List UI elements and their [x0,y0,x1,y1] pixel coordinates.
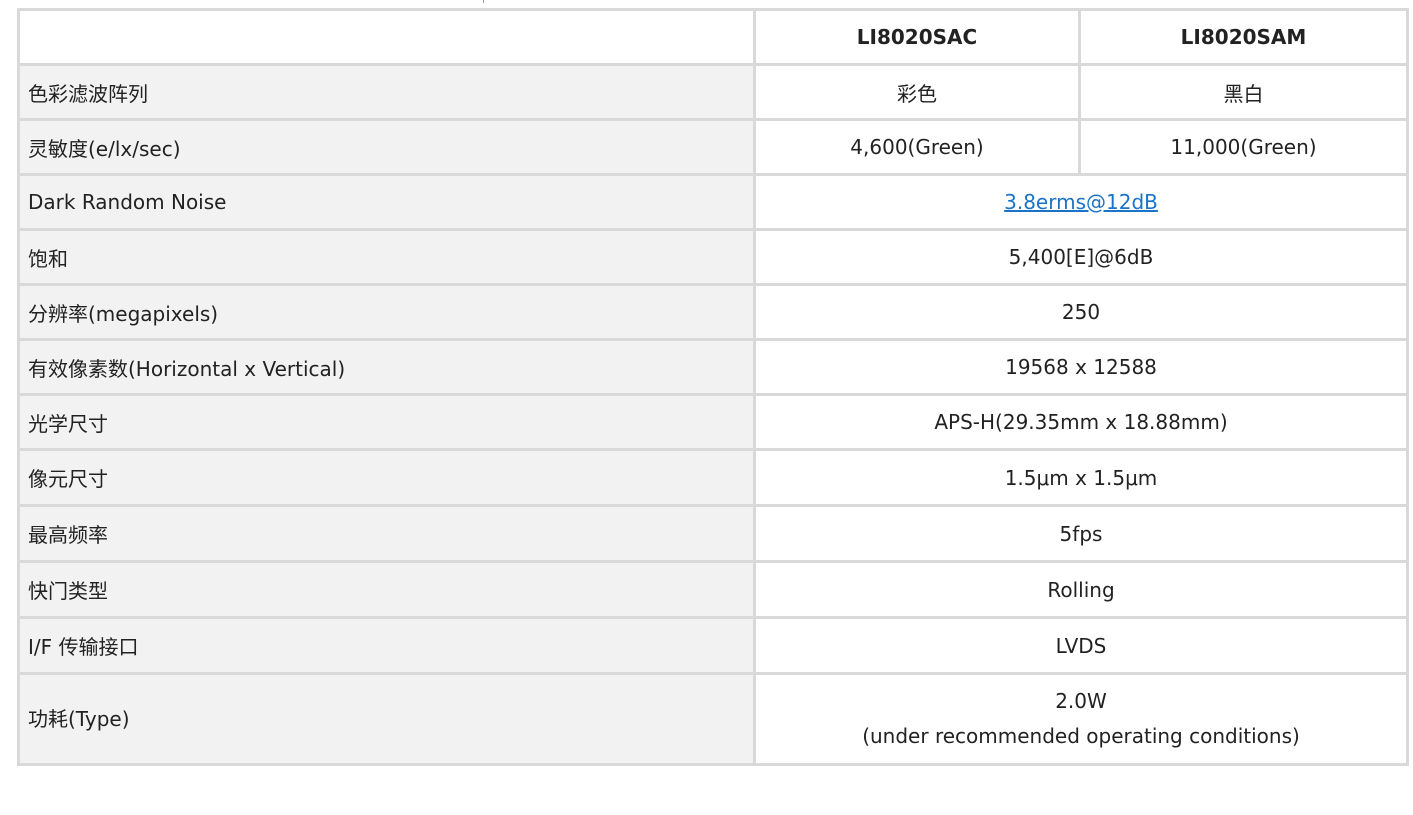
row-value: Rolling [753,560,1409,619]
power-note: (under recommended operating conditions) [862,724,1300,748]
row-label: 像元尺寸 [17,448,756,507]
table-row: 有效像素数(Horizontal x Vertical) 19568 x 125… [17,338,1409,396]
row-label: I/F 传输接口 [17,616,756,675]
row-value-sam: 黑白 [1078,63,1409,121]
spec-table: LI8020SAC LI8020SAM 色彩滤波阵列 彩色 黑白 灵敏度(e/l… [17,8,1409,766]
row-label: 灵敏度(e/lx/sec) [17,118,756,176]
table-row: 光学尺寸 APS-H(29.35mm x 18.88mm) [17,393,1409,451]
row-label: 光学尺寸 [17,393,756,451]
row-label: 功耗(Type) [17,672,756,766]
row-value: 5,400[E]@6dB [753,228,1409,286]
table-row: 色彩滤波阵列 彩色 黑白 [17,63,1409,121]
row-value: 19568 x 12588 [753,338,1409,396]
row-value: 5fps [753,504,1409,563]
header-cell-li8020sac: LI8020SAC [753,8,1081,66]
row-label: 最高频率 [17,504,756,563]
row-value: 1.5μm x 1.5μm [753,448,1409,507]
row-value: 250 [753,283,1409,341]
header-cell-empty [17,8,756,66]
row-value-sac: 4,600(Green) [753,118,1081,176]
row-label: 分辨率(megapixels) [17,283,756,341]
top-tick-mark [483,0,484,3]
table-row: Dark Random Noise 3.8erms@12dB [17,173,1409,231]
table-row: 分辨率(megapixels) 250 [17,283,1409,341]
row-label: 有效像素数(Horizontal x Vertical) [17,338,756,396]
row-label: Dark Random Noise [17,173,756,231]
row-value: 3.8erms@12dB [753,173,1409,231]
header-cell-li8020sam: LI8020SAM [1078,8,1409,66]
row-value: APS-H(29.35mm x 18.88mm) [753,393,1409,451]
table-row: I/F 传输接口 LVDS [17,616,1409,675]
table-row: 快门类型 Rolling [17,560,1409,619]
table-row: 像元尺寸 1.5μm x 1.5μm [17,448,1409,507]
power-value: 2.0W [1055,689,1107,713]
table-row: 最高频率 5fps [17,504,1409,563]
dark-noise-link[interactable]: 3.8erms@12dB [1004,190,1158,214]
row-value-sac: 彩色 [753,63,1081,121]
table-row: 饱和 5,400[E]@6dB [17,228,1409,286]
row-label: 饱和 [17,228,756,286]
header-row: LI8020SAC LI8020SAM [17,8,1409,66]
row-label: 色彩滤波阵列 [17,63,756,121]
table-row: 灵敏度(e/lx/sec) 4,600(Green) 11,000(Green) [17,118,1409,176]
row-value: 2.0W (under recommended operating condit… [753,672,1409,766]
table-row: 功耗(Type) 2.0W (under recommended operati… [17,672,1409,766]
row-label: 快门类型 [17,560,756,619]
row-value: LVDS [753,616,1409,675]
row-value-sam: 11,000(Green) [1078,118,1409,176]
